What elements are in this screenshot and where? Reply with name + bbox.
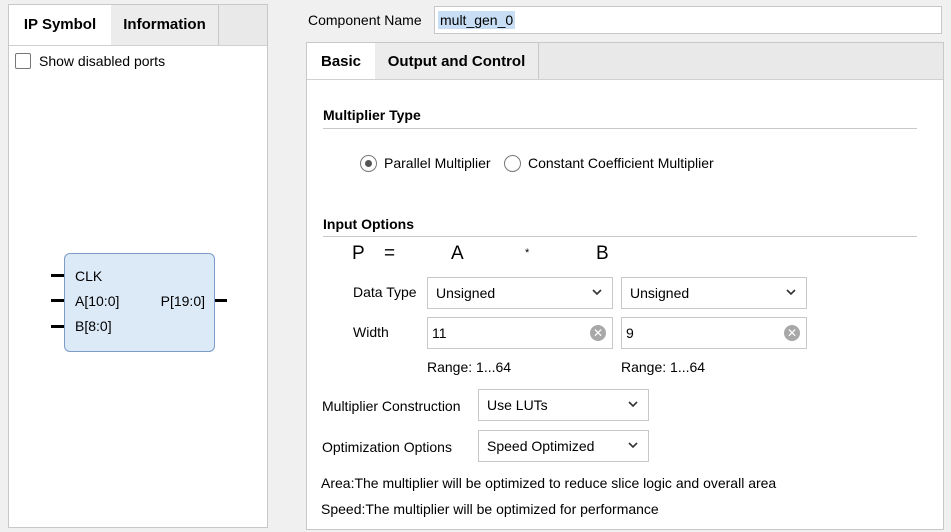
clk-pin xyxy=(51,274,64,277)
tab-output-and-control[interactable]: Output and Control xyxy=(375,43,539,79)
clear-icon[interactable]: ✕ xyxy=(784,325,800,341)
optimization-options-label: Optimization Options xyxy=(322,439,452,455)
equation-multiply: * xyxy=(525,247,530,259)
speed-note: Speed:The multiplier will be optimized f… xyxy=(321,501,659,517)
a-data-type-select[interactable]: Unsigned xyxy=(427,277,613,309)
equation-equals: = xyxy=(384,243,396,264)
a-data-type-value: Unsigned xyxy=(436,285,496,301)
width-label: Width xyxy=(353,324,389,340)
tab-information[interactable]: Information xyxy=(111,5,219,45)
parallel-multiplier-label: Parallel Multiplier xyxy=(384,155,491,171)
multiplier-type-divider xyxy=(323,128,917,129)
b-data-type-select[interactable]: Unsigned xyxy=(621,277,807,309)
p-pin xyxy=(215,299,227,302)
b-data-type-value: Unsigned xyxy=(630,285,690,301)
area-note: Area:The multiplier will be optimized to… xyxy=(321,475,777,491)
port-clk: CLK xyxy=(75,268,103,284)
ip-symbol-box: CLK A[10:0] B[8:0] P[19:0] xyxy=(64,253,215,352)
component-name-input[interactable]: mult_gen_0 xyxy=(434,6,942,34)
a-pin xyxy=(51,299,64,302)
input-options-title: Input Options xyxy=(323,216,414,232)
b-pin xyxy=(51,325,64,328)
chevron-down-icon xyxy=(628,401,638,408)
equation-a: A xyxy=(451,243,464,264)
left-tab-bar: IP Symbol Information xyxy=(9,5,267,46)
show-disabled-ports-label: Show disabled ports xyxy=(39,53,166,69)
multiplier-construction-value: Use LUTs xyxy=(487,397,548,413)
a-width-input[interactable]: 11 ✕ xyxy=(427,317,613,349)
clear-icon[interactable]: ✕ xyxy=(590,325,606,341)
right-tab-bar: Basic Output and Control xyxy=(307,43,943,80)
show-disabled-ports-checkbox[interactable] xyxy=(15,53,31,69)
optimization-options-value: Speed Optimized xyxy=(487,438,595,454)
chevron-down-icon xyxy=(786,289,796,296)
optimization-options-select[interactable]: Speed Optimized xyxy=(478,430,649,462)
tab-basic[interactable]: Basic xyxy=(307,43,375,79)
b-width-input[interactable]: 9 ✕ xyxy=(621,317,807,349)
constant-coefficient-multiplier-label: Constant Coefficient Multiplier xyxy=(528,155,714,171)
component-name-label: Component Name xyxy=(308,12,422,28)
component-name-value: mult_gen_0 xyxy=(438,11,516,29)
multiplier-construction-label: Multiplier Construction xyxy=(322,398,461,414)
ip-symbol-panel: IP Symbol Information Show disabled port… xyxy=(8,4,268,528)
b-width-range: Range: 1...64 xyxy=(621,359,706,375)
equation-b: B xyxy=(596,243,609,264)
multiplier-type-title: Multiplier Type xyxy=(323,107,421,123)
a-width-range: Range: 1...64 xyxy=(427,359,512,375)
chevron-down-icon xyxy=(628,442,638,449)
port-a: A[10:0] xyxy=(75,293,120,309)
port-p: P[19:0] xyxy=(160,293,205,309)
equation-p: P xyxy=(352,243,365,264)
input-options-divider xyxy=(323,236,917,237)
chevron-down-icon xyxy=(592,289,602,296)
a-width-value: 11 xyxy=(432,325,447,341)
configuration-panel: Basic Output and Control Multiplier Type… xyxy=(306,42,944,530)
b-width-value: 9 xyxy=(626,325,634,341)
port-b: B[8:0] xyxy=(75,318,112,334)
data-type-label: Data Type xyxy=(353,284,417,300)
multiplier-construction-select[interactable]: Use LUTs xyxy=(478,389,649,421)
parallel-multiplier-radio[interactable] xyxy=(360,155,377,172)
constant-coefficient-multiplier-radio[interactable] xyxy=(504,155,521,172)
tab-ip-symbol[interactable]: IP Symbol xyxy=(9,5,111,45)
